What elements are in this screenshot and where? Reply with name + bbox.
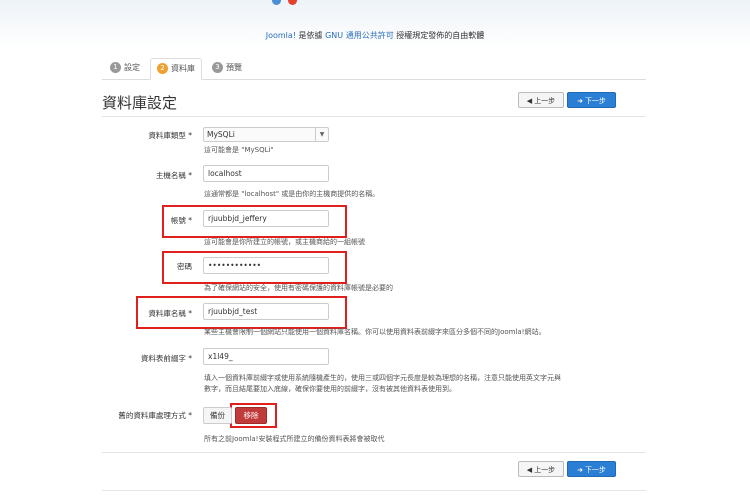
db-type-value: MySQLi	[207, 130, 235, 139]
db-name-input[interactable]: rjuubbjd_test	[203, 303, 329, 320]
logo-dot-red	[288, 0, 297, 5]
remove-button[interactable]: 移除	[235, 407, 267, 424]
step-number-badge: 1	[110, 62, 121, 73]
next-button[interactable]: ➜ 下一步	[567, 92, 616, 108]
old-db-label: 舊的資料庫處理方式 *	[118, 411, 192, 420]
arrow-left-icon: ◀	[526, 97, 533, 105]
tab-configuration[interactable]: 1 設定	[104, 58, 146, 78]
host-input[interactable]: localhost	[203, 165, 329, 182]
password-help: 為了確保網站的安全，使用有密碼保護的資料庫帳號是必要的	[204, 284, 393, 292]
old-db-help: 所有之前Joomla!安裝程式所建立的備份資料表將會被取代	[204, 435, 385, 443]
step-number-badge: 2	[157, 63, 168, 74]
host-label: 主機名稱 *	[155, 171, 192, 180]
db-name-label: 資料庫名稱 *	[148, 309, 192, 318]
tab-database[interactable]: 2 資料庫	[150, 58, 202, 80]
page-title: 資料庫設定	[102, 94, 178, 112]
password-input[interactable]: ••••••••••••	[203, 257, 329, 274]
previous-button[interactable]: ◀ 上一步	[518, 92, 564, 108]
license-text-suffix: 授權規定發佈的自由軟體	[393, 31, 485, 40]
logo-dot-blue	[272, 0, 281, 5]
db-type-select[interactable]: MySQLi ▼	[203, 127, 329, 142]
previous-button-label: 上一步	[534, 466, 556, 474]
license-text: 是依據	[296, 31, 326, 40]
tab-label: 預覽	[226, 63, 242, 72]
step-number-badge: 3	[212, 62, 223, 73]
gnu-license-link[interactable]: GNU 通用公共許可	[325, 31, 394, 40]
prefix-help-line2: 數字，而且結尾要加入底線，確保你要使用的前綴字，沒有被其他資料表使用到。	[204, 385, 456, 393]
db-name-help: 某些主機會限制一個網站只能使用一個資料庫名稱。你可以使用資料表前綴字來區分多個不…	[204, 328, 546, 336]
header-band	[0, 0, 750, 50]
next-button-label: 下一步	[584, 466, 606, 474]
arrow-right-icon: ➜	[577, 97, 583, 105]
joomla-link[interactable]: Joomla!	[266, 31, 296, 40]
joomla-logo	[270, 0, 310, 6]
divider	[102, 452, 646, 453]
arrow-right-icon: ➜	[577, 466, 583, 474]
license-notice: Joomla! 是依據 GNU 通用公共許可 授權規定發佈的自由軟體	[0, 30, 750, 41]
db-type-label: 資料庫類型 *	[148, 131, 192, 140]
chevron-down-icon: ▼	[315, 128, 328, 141]
next-button-label: 下一步	[584, 97, 606, 105]
divider	[102, 490, 646, 491]
install-steps-tabs: 1 設定 2 資料庫 3 預覽	[102, 58, 646, 80]
arrow-left-icon: ◀	[526, 466, 533, 474]
db-type-help: 這可能會是 "MySQLi"	[204, 146, 274, 154]
previous-button-bottom[interactable]: ◀ 上一步	[518, 461, 564, 477]
tab-overview[interactable]: 3 預覽	[206, 58, 248, 78]
username-help: 這可能會是你所建立的帳號，或主機商給的一組帳號	[204, 238, 365, 246]
username-input[interactable]: rjuubbjd_jeffery	[203, 210, 329, 227]
username-label: 帳號 *	[170, 216, 192, 225]
prefix-help-line1: 填入一個資料庫前綴字或使用系統隨機產生的，使用三或四個字元長度是較為理想的名稱，…	[204, 374, 561, 382]
previous-button-label: 上一步	[534, 97, 556, 105]
backup-button[interactable]: 備份	[203, 407, 232, 424]
tab-label: 設定	[124, 63, 140, 72]
prefix-label: 資料表前綴字 *	[140, 354, 192, 363]
host-help: 這通常都是 "localhost" 或是由你的主機商提供的名稱。	[204, 190, 380, 198]
prefix-input[interactable]: x1l49_	[203, 348, 329, 365]
tab-label: 資料庫	[171, 64, 195, 73]
next-button-bottom[interactable]: ➜ 下一步	[567, 461, 616, 477]
divider	[102, 116, 646, 117]
password-label: 密碼	[177, 262, 192, 271]
